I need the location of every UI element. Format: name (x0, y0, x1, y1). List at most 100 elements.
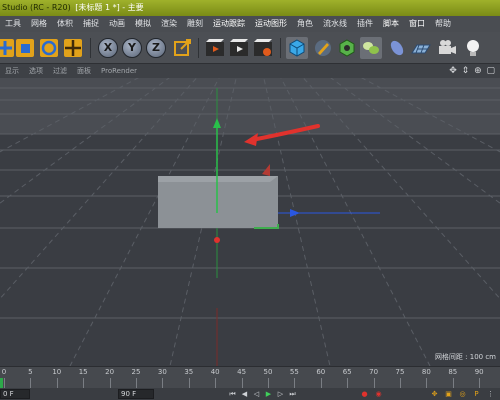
timeline-tick-mark (188, 378, 190, 388)
menu-snap[interactable]: 捕捉 (78, 16, 104, 32)
timeline-tick-mark (400, 378, 401, 388)
viewport-menu-filter[interactable]: 过滤 (48, 66, 72, 76)
key-position-icon[interactable]: ✥ (430, 389, 439, 399)
timeline-tick-mark (215, 378, 217, 388)
menu-help[interactable]: 帮助 (430, 16, 456, 32)
toolbar-divider (280, 38, 281, 58)
menu-pipeline[interactable]: 流水线 (318, 16, 352, 32)
play-reverse-icon[interactable]: ◁ (252, 389, 261, 399)
menu-simulate[interactable]: 模拟 (130, 16, 156, 32)
timeline-tick-mark (268, 378, 269, 388)
key-rotation-icon[interactable]: ◎ (458, 389, 467, 399)
timeline-tick-mark (109, 378, 111, 388)
timeline-tick-mark (56, 378, 58, 388)
record-icon[interactable]: ● (360, 389, 369, 399)
timeline-tick-label: 80 (421, 368, 431, 376)
floor-object-icon[interactable] (410, 37, 432, 59)
timeline-tick-label: 90 (474, 368, 484, 376)
key-grid-icon[interactable]: ⋮ (486, 389, 495, 399)
timeline-tick-mark (162, 378, 164, 388)
viewport-menu-panel[interactable]: 面板 (72, 66, 96, 76)
x-axis-lock-button[interactable]: X (98, 38, 118, 58)
timeline-tick-label: 75 (395, 368, 405, 376)
timeline-tick-label: 30 (157, 368, 167, 376)
viewport-navigation-icons[interactable]: ✥ ⇕ ⊕ ▢ (449, 64, 496, 78)
step-back-icon[interactable]: ◀ (240, 389, 249, 399)
timeline-tick-label: 40 (210, 368, 220, 376)
camera-object-icon[interactable] (436, 37, 458, 59)
menu-mograph[interactable]: 运动图形 (250, 16, 292, 32)
live-selection-icon[interactable] (62, 37, 84, 59)
step-forward-icon[interactable]: ▷ (276, 389, 285, 399)
perspective-viewport[interactable]: 网格间距 : 100 cm (0, 78, 500, 366)
timeline-tick-mark (452, 378, 454, 388)
timeline-tick-label: 50 (263, 368, 273, 376)
render-view-icon[interactable] (204, 37, 226, 59)
menu-script[interactable]: 脚本 (378, 16, 404, 32)
menu-render[interactable]: 渲染 (156, 16, 182, 32)
render-picture-viewer-icon[interactable] (228, 37, 250, 59)
timeline-tick-mark (479, 378, 481, 388)
coordinate-system-icon[interactable] (172, 37, 194, 59)
timeline-tick-label: 55 (289, 368, 299, 376)
rotate-tool-icon[interactable] (38, 37, 60, 59)
go-to-start-icon[interactable]: ⏮ (228, 389, 237, 399)
menu-animate[interactable]: 动画 (104, 16, 130, 32)
timeline-tick-label: 25 (131, 368, 141, 376)
timeline-tick-mark (320, 378, 322, 388)
timeline-tick-mark (4, 378, 5, 388)
start-frame-field[interactable]: 0 F (0, 389, 30, 399)
menu-plugins[interactable]: 插件 (352, 16, 378, 32)
key-scale-icon[interactable]: ▣ (444, 389, 453, 399)
array-cloner-icon[interactable] (360, 37, 382, 59)
end-frame-field[interactable]: 90 F (118, 389, 154, 399)
title-bar: Studio (RC - R20) [未标题 1 *] - 主要 (0, 0, 500, 16)
go-to-end-icon[interactable]: ⏭ (288, 389, 297, 399)
timeline-tick-label: 45 (237, 368, 247, 376)
grid-spacing-label: 网格间距 : 100 cm (434, 353, 496, 361)
menu-bar: 工具 网格 体积 捕捉 动画 模拟 渲染 雕刻 运动跟踪 运动图形 角色 流水线… (0, 16, 500, 32)
key-parameter-icon[interactable]: P (472, 389, 481, 399)
timeline-tick-mark (294, 378, 296, 388)
scale-tool-icon[interactable] (14, 37, 36, 59)
viewport-scene (0, 78, 500, 366)
timeline-tick-mark (83, 378, 85, 388)
timeline-tick-label: 0 (1, 368, 7, 376)
pen-spline-icon[interactable] (312, 37, 334, 59)
timeline-tick-label: 20 (105, 368, 115, 376)
viewport-menu-options[interactable]: 选项 (24, 66, 48, 76)
menu-motion-tracker[interactable]: 运动跟踪 (208, 16, 250, 32)
timeline-tick-mark (426, 378, 428, 388)
toolbar-divider (198, 38, 199, 58)
y-axis-lock-button[interactable]: Y (122, 38, 142, 58)
cube-object-icon[interactable] (286, 37, 308, 59)
timeline-tick-label: 35 (184, 368, 194, 376)
timeline-tick-label: 70 (369, 368, 379, 376)
menu-tools[interactable]: 工具 (0, 16, 26, 32)
menu-sculpt[interactable]: 雕刻 (182, 16, 208, 32)
deformer-icon[interactable] (386, 37, 408, 59)
render-settings-icon[interactable] (252, 37, 274, 59)
timeline-playhead[interactable] (0, 378, 3, 388)
main-toolbar: X Y Z (0, 32, 500, 64)
z-axis-lock-button[interactable]: Z (146, 38, 166, 58)
timeline-tick-label: 10 (52, 368, 62, 376)
timeline-tick-label: 60 (316, 368, 326, 376)
menu-volume[interactable]: 体积 (52, 16, 78, 32)
timeline-tick-mark (136, 378, 137, 388)
timeline-tick-label: 5 (28, 368, 33, 376)
play-icon[interactable]: ▶ (264, 389, 273, 399)
timeline-tick-mark (241, 378, 243, 388)
timeline-ruler[interactable]: 0 5 10 15 20 25 30 35 40 45 50 55 60 65 70 75 80 85 90 (0, 366, 500, 388)
toolbar-divider (90, 38, 91, 58)
timeline-tick-label: 65 (342, 368, 352, 376)
light-object-icon[interactable] (462, 37, 484, 59)
menu-window[interactable]: 窗口 (404, 16, 430, 32)
viewport-menu-prorender[interactable]: ProRender (96, 67, 142, 75)
timeline-tick-mark (30, 378, 32, 388)
viewport-menu-display[interactable]: 显示 (0, 66, 24, 76)
subdivision-surface-icon[interactable] (336, 37, 358, 59)
menu-character[interactable]: 角色 (292, 16, 318, 32)
autokey-icon[interactable]: ◉ (374, 389, 383, 399)
menu-mesh[interactable]: 网格 (26, 16, 52, 32)
